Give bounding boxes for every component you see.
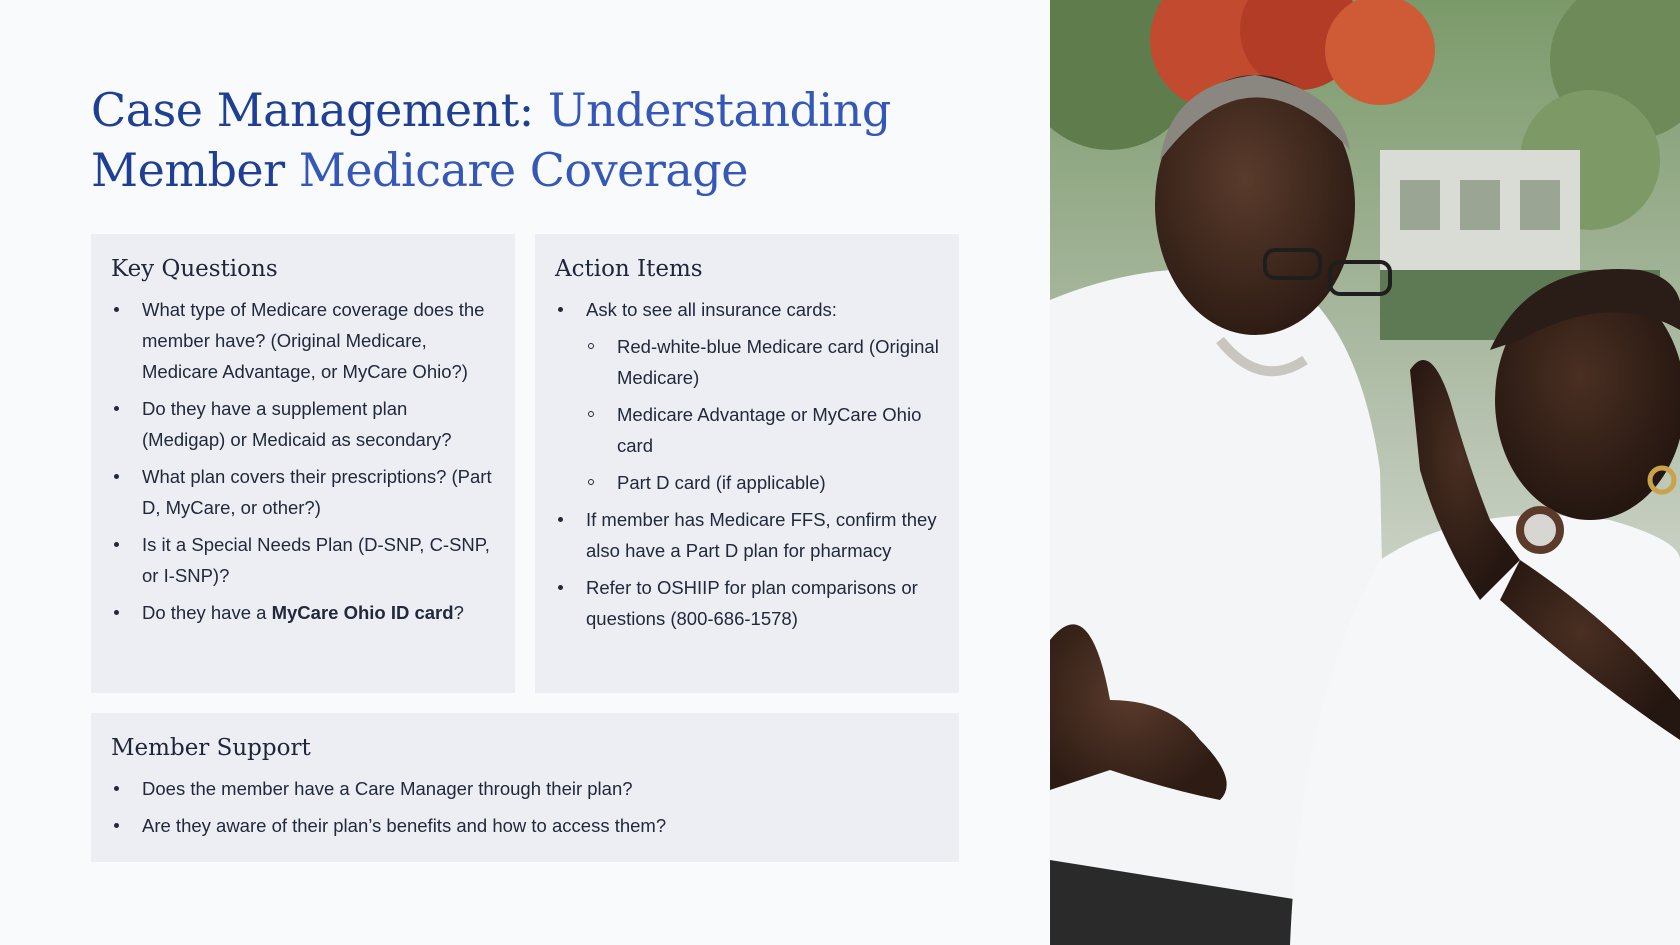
key-questions-card: Key Questions What type of Medicare cove… (91, 234, 515, 693)
key-questions-list: What type of Medicare coverage does the … (111, 294, 495, 628)
list-item-prefix: Do they have a (142, 602, 272, 623)
member-support-list: Does the member have a Care Manager thro… (111, 773, 939, 841)
title-part-2: Understanding (547, 83, 891, 137)
slide-title: Case Management: Understanding Member Me… (91, 80, 991, 200)
member-support-card: Member Support Does the member have a Ca… (91, 713, 959, 862)
sub-list-item: Medicare Advantage or MyCare Ohio card (555, 399, 939, 461)
list-item: Do they have a supplement plan (Medigap)… (111, 393, 495, 455)
title-part-3: Member (91, 143, 299, 197)
list-item: Are they aware of their plan’s benefits … (111, 810, 939, 841)
list-item: If member has Medicare FFS, confirm they… (555, 504, 939, 566)
photo-illustration (1050, 0, 1680, 945)
list-item: Ask to see all insurance cards: (555, 294, 939, 325)
list-item: Do they have a MyCare Ohio ID card? (111, 597, 495, 628)
sub-list-item: Red-white-blue Medicare card (Original M… (555, 331, 939, 393)
title-part-4: Medicare Coverage (298, 143, 749, 197)
sub-list-item: Part D card (if applicable) (555, 467, 939, 498)
action-items-list: Ask to see all insurance cards: Red-whit… (555, 294, 939, 634)
list-item: Is it a Special Needs Plan (D-SNP, C-SNP… (111, 529, 495, 591)
member-support-heading: Member Support (111, 735, 311, 761)
couple-photo (1050, 0, 1680, 945)
list-item: Does the member have a Care Manager thro… (111, 773, 939, 804)
list-item: What plan covers their prescriptions? (P… (111, 461, 495, 523)
slide: Case Management: Understanding Member Me… (0, 0, 1680, 945)
key-questions-heading: Key Questions (111, 256, 278, 282)
list-item-bold: MyCare Ohio ID card (271, 602, 454, 623)
list-item: Refer to OSHIIP for plan comparisons or … (555, 572, 939, 634)
action-items-card: Action Items Ask to see all insurance ca… (535, 234, 959, 693)
list-item: What type of Medicare coverage does the … (111, 294, 495, 387)
action-items-heading: Action Items (555, 256, 703, 282)
list-item-suffix: ? (453, 602, 464, 623)
title-part-1: Case Management: (91, 83, 548, 137)
